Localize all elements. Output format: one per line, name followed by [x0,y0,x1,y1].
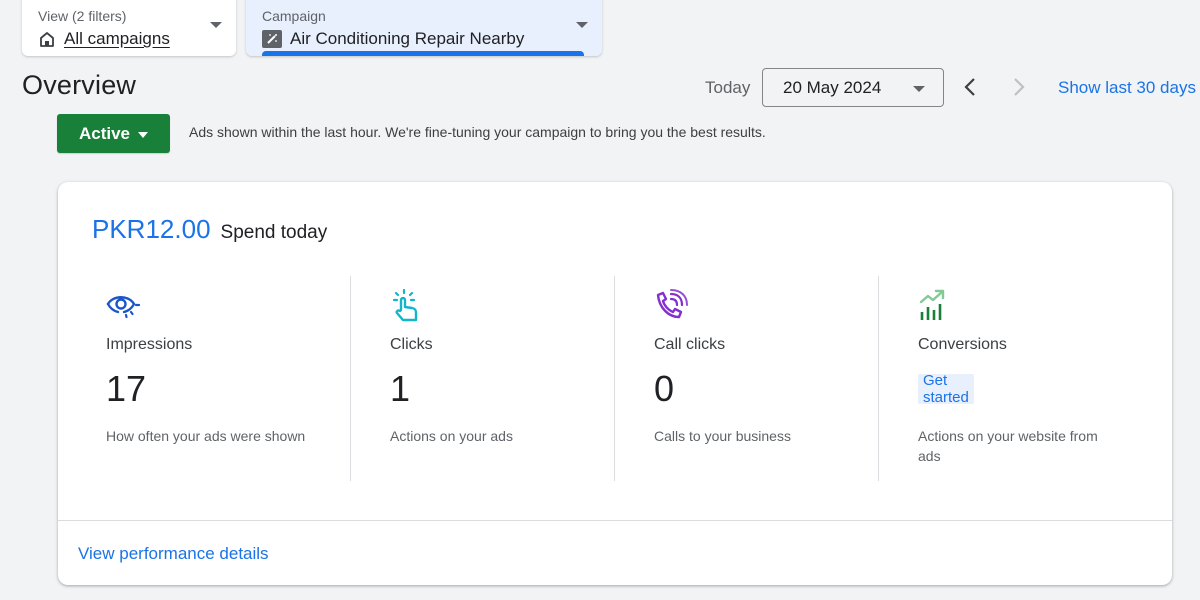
metric-description: How often your ads were shown [106,428,306,444]
metric-name: Call clicks [654,336,726,353]
metric-description: Actions on your website from ads [918,428,1098,464]
selected-indicator [262,51,584,56]
view-performance-details-link[interactable]: View performance details [78,544,269,564]
performance-summary-card: PKR12.00 Spend today Impressions 17 How … [58,182,1172,585]
previous-date-button[interactable] [958,74,982,100]
spend-label: Spend today [220,222,328,243]
status-message: Ads shown within the last hour. We're fi… [189,124,766,140]
next-date-button[interactable] [1007,74,1031,100]
today-label: Today [705,78,751,97]
spend-summary: PKR12.00 Spend today [92,214,327,245]
date-picker[interactable]: 20 May 2024 [762,68,944,107]
metric-description: Actions on your ads [390,428,513,444]
metric-name: Conversions [918,336,1007,353]
page-title: Overview [22,70,137,100]
campaign-status-button[interactable]: Active [57,114,170,153]
metric-name: Clicks [390,336,433,353]
view-filter-value[interactable]: All campaigns [64,28,170,50]
status-label: Active [78,123,131,143]
phone-call-icon [654,288,690,324]
chevron-down-icon [576,22,588,28]
metric-description: Calls to your business [654,428,791,444]
metric-divider [614,276,615,481]
metric-name: Impressions [106,336,193,353]
chevron-right-icon [1014,78,1025,96]
metrics-row: Impressions 17 How often your ads were s… [58,276,1172,481]
campaign-filter-label: Campaign [262,8,326,24]
metric-divider [350,276,351,481]
date-value: 20 May 2024 [783,77,882,97]
get-started-button[interactable]: Get started [918,372,974,406]
caret-down-icon [138,131,149,138]
home-icon [38,30,56,48]
metric-divider [878,276,879,481]
campaign-filter-dropdown[interactable]: Campaign Air Conditioning Repair Nearby [246,0,602,56]
metric-value: 0 [654,368,675,409]
tap-icon [390,288,426,324]
conversion-chart-icon [918,288,954,324]
metric-value: 17 [106,368,147,409]
campaign-filter-value: Air Conditioning Repair Nearby [290,29,525,48]
metric-value: 1 [390,368,411,409]
view-filter-label: View (2 filters) [38,8,127,24]
chevron-down-icon [913,86,925,92]
show-last-30-days-link[interactable]: Show last 30 days [1058,78,1196,98]
overview-page: View (2 filters) All campaigns Campaign [0,0,1200,600]
card-divider [58,520,1172,521]
smart-campaign-icon [262,30,282,48]
chevron-left-icon [964,78,975,96]
eye-icon [106,288,142,324]
spend-amount: PKR12.00 [92,214,211,244]
chevron-down-icon [210,22,222,28]
view-filter-dropdown[interactable]: View (2 filters) All campaigns [22,0,236,56]
